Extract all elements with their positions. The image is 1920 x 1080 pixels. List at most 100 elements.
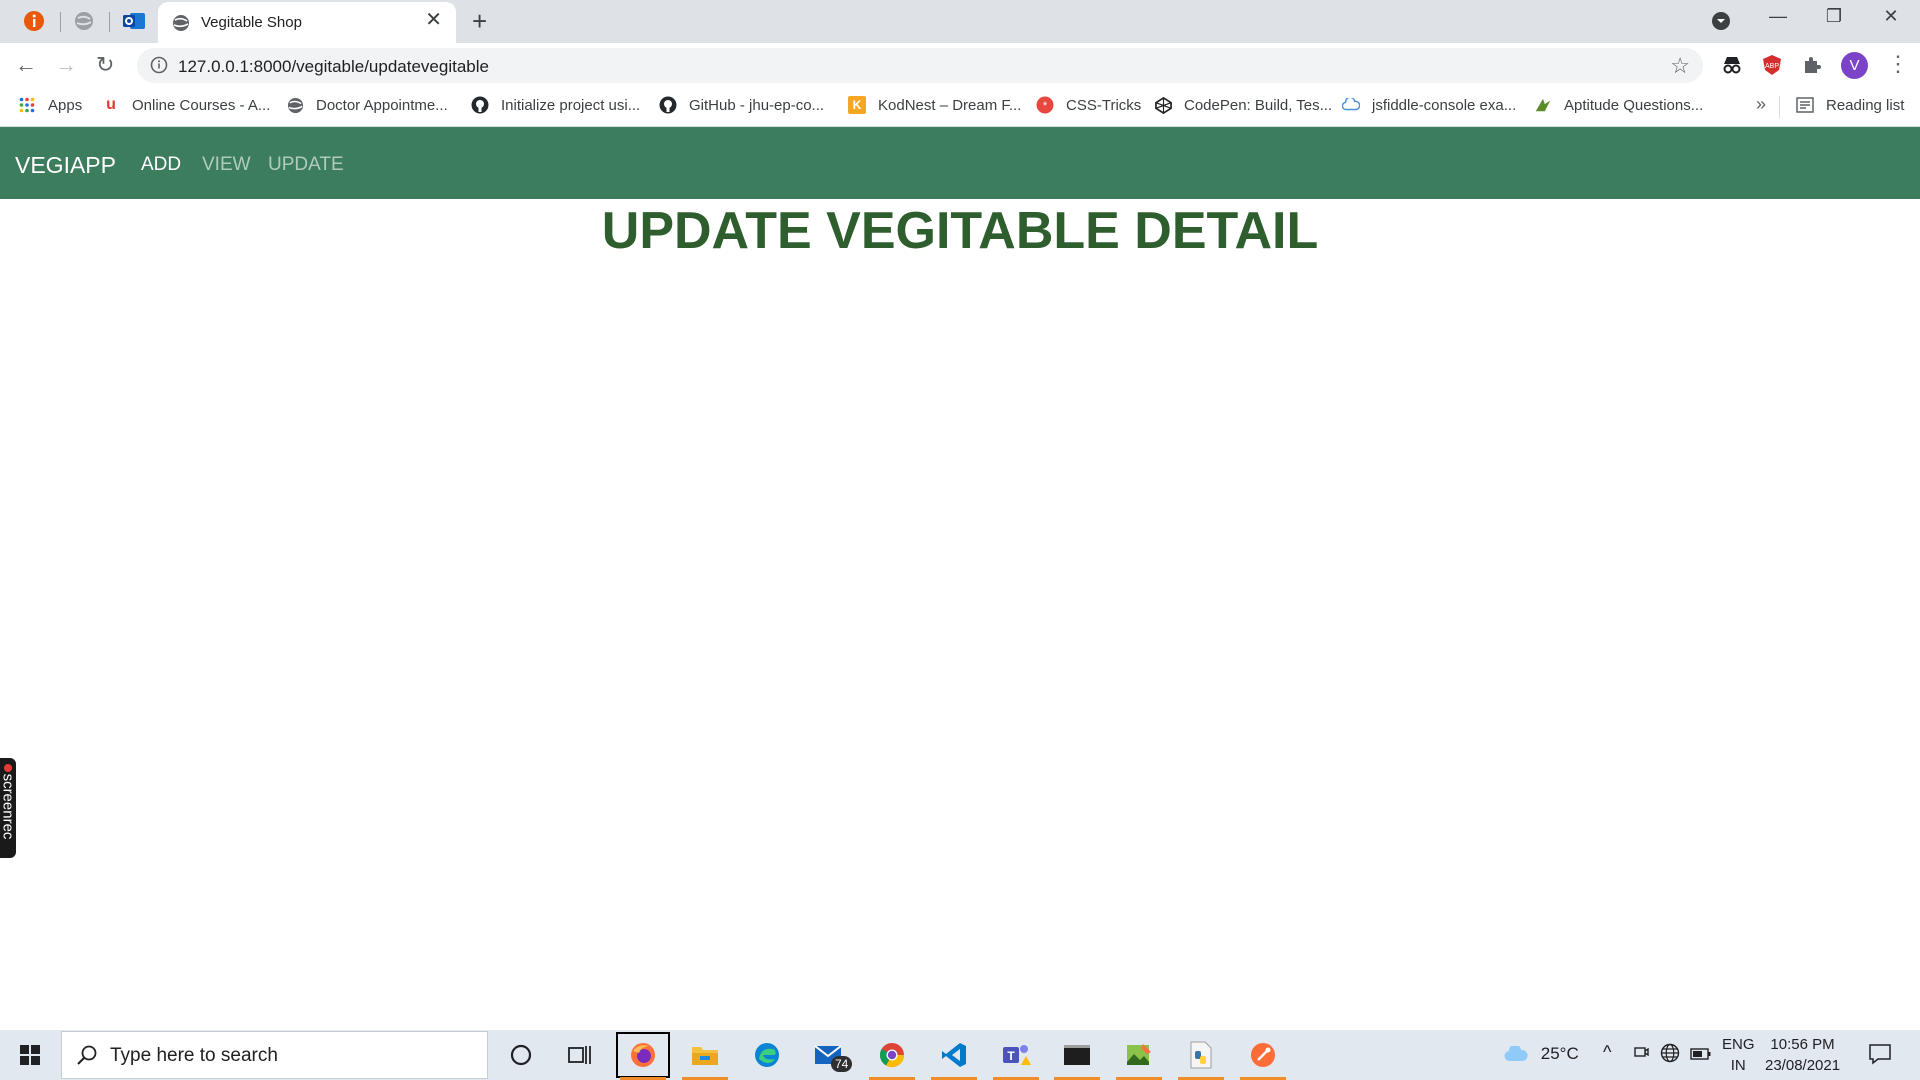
- reading-list-icon: [1796, 96, 1814, 114]
- chrome-icon: [879, 1043, 904, 1068]
- taskbar-mail[interactable]: 74: [801, 1030, 859, 1080]
- svg-text:ABP: ABP: [1765, 63, 1779, 70]
- bookmark-codepen[interactable]: CodePen: Build, Tes...: [1154, 96, 1332, 114]
- taskbar-python-file[interactable]: [1172, 1030, 1230, 1080]
- bookmark-kodnest[interactable]: K KodNest – Dream F...: [848, 96, 1021, 114]
- nav-link-update[interactable]: UPDATE: [268, 154, 344, 176]
- tab-close-icon[interactable]: ✕: [425, 10, 442, 30]
- taskbar-vscode[interactable]: [925, 1030, 983, 1080]
- start-button[interactable]: [0, 1030, 60, 1080]
- chevron-down-circle-icon: [1712, 12, 1730, 30]
- bookmark-initialize-project[interactable]: Initialize project usi...: [471, 96, 640, 114]
- weather-widget[interactable]: 25°C: [1504, 1043, 1579, 1064]
- taskbar-edge[interactable]: [738, 1030, 796, 1080]
- bookmarks-overflow-chevron[interactable]: »: [1756, 94, 1766, 115]
- image-editor-icon: [1127, 1044, 1151, 1065]
- bookmark-label: Aptitude Questions...: [1564, 96, 1704, 114]
- url-text[interactable]: 127.0.0.1:8000/vegitable/updatevegitable: [178, 57, 489, 77]
- globe-icon: [173, 15, 189, 31]
- tray-chevron-up-icon[interactable]: ^: [1603, 1042, 1611, 1063]
- reload-icon[interactable]: ↻: [96, 52, 114, 78]
- terminal-icon: [1064, 1045, 1090, 1065]
- bookmark-apps[interactable]: Apps: [18, 96, 82, 114]
- bookmark-online-courses[interactable]: u Online Courses - A...: [102, 96, 270, 114]
- github-icon: [471, 96, 489, 114]
- screenrec-widget[interactable]: screenrec: [0, 758, 17, 858]
- address-bar[interactable]: 127.0.0.1:8000/vegitable/updatevegitable…: [137, 48, 1703, 83]
- tab-search-button[interactable]: [1711, 11, 1731, 36]
- windows-taskbar: Type here to search 74 T 25°C ^ ENG IN 1…: [0, 1030, 1920, 1080]
- bookmark-label: KodNest – Dream F...: [878, 96, 1022, 114]
- language-indicator[interactable]: ENG IN: [1722, 1034, 1755, 1076]
- brand-logo[interactable]: VEGIAPP: [15, 152, 116, 179]
- meet-now-icon[interactable]: [1633, 1043, 1649, 1066]
- bookmark-jsfiddle[interactable]: jsfiddle-console exa...: [1342, 96, 1516, 114]
- pinned-tab-globe[interactable]: [60, 6, 108, 36]
- adblock-extension-icon[interactable]: ABP: [1760, 53, 1784, 77]
- svg-text:T: T: [1007, 1049, 1015, 1063]
- forward-arrow-icon[interactable]: →: [55, 52, 77, 78]
- extensions-button[interactable]: [1800, 53, 1824, 77]
- app-navbar: VEGIAPP ADD VIEW UPDATE: [0, 127, 1920, 199]
- jsfiddle-icon: [1342, 96, 1360, 114]
- bookmarks-bar: Apps u Online Courses - A... Doctor Appo…: [0, 88, 1920, 127]
- svg-text:*: *: [1043, 100, 1048, 112]
- bookmark-css-tricks[interactable]: * CSS-Tricks: [1036, 96, 1141, 114]
- taskbar-chrome[interactable]: [863, 1030, 921, 1080]
- reading-list-button[interactable]: Reading list: [1796, 96, 1904, 114]
- bookmark-star-icon[interactable]: ☆: [1670, 53, 1690, 79]
- info-badge-icon: [24, 11, 44, 31]
- mail-unread-badge: 74: [831, 1056, 853, 1072]
- folder-icon: [692, 1047, 718, 1065]
- new-tab-button[interactable]: +: [472, 6, 487, 36]
- taskbar-search-box[interactable]: Type here to search: [61, 1031, 488, 1079]
- taskbar-firefox[interactable]: [614, 1030, 672, 1080]
- battery-icon[interactable]: [1690, 1046, 1712, 1066]
- weather-temp: 25°C: [1540, 1044, 1579, 1063]
- bookmark-label: jsfiddle-console exa...: [1372, 96, 1517, 114]
- python-file-icon: [1190, 1041, 1212, 1069]
- minimize-button[interactable]: —: [1758, 6, 1798, 27]
- taskbar-teams[interactable]: T: [987, 1030, 1045, 1080]
- bookmark-doctor-appointment[interactable]: Doctor Appointme...: [286, 96, 448, 114]
- nav-link-add[interactable]: ADD: [141, 154, 181, 176]
- task-view-icon: [568, 1046, 591, 1064]
- bookmarks-divider: [1779, 96, 1780, 118]
- taskbar-file-explorer[interactable]: [676, 1030, 734, 1080]
- udemy-icon: u: [106, 96, 116, 113]
- vscode-icon: [942, 1043, 966, 1067]
- restore-button[interactable]: ❐: [1814, 6, 1854, 27]
- pinned-tab-outlook[interactable]: [110, 6, 158, 36]
- system-clock[interactable]: 10:56 PM 23/08/2021: [1765, 1034, 1840, 1076]
- active-tab[interactable]: Vegitable Shop ✕: [158, 2, 456, 43]
- lang-region: IN: [1730, 1057, 1746, 1074]
- browser-tab-strip: Vegitable Shop ✕ + — ❐ ✕: [0, 0, 1920, 43]
- page-title: UPDATE VEGITABLE DETAIL: [601, 202, 1319, 260]
- pinned-tab-firefox-info[interactable]: [10, 6, 58, 36]
- incognito-extension-icon: [1723, 57, 1741, 74]
- profile-avatar[interactable]: V: [1841, 52, 1868, 79]
- codepen-icon: [1154, 96, 1172, 114]
- bookmark-github-jhu[interactable]: GitHub - jhu-ep-co...: [659, 96, 824, 114]
- notifications-icon[interactable]: [1868, 1043, 1892, 1070]
- search-icon: [77, 1045, 97, 1065]
- network-globe-icon[interactable]: [1660, 1043, 1680, 1068]
- bookmark-aptitude[interactable]: Aptitude Questions...: [1534, 96, 1703, 114]
- back-arrow-icon[interactable]: ←: [15, 52, 37, 78]
- browser-toolbar: ← → ↻ 127.0.0.1:8000/vegitable/updateveg…: [0, 43, 1920, 88]
- taskbar-image-editor[interactable]: [1110, 1030, 1168, 1080]
- screenrec-label: screenrec: [0, 773, 17, 840]
- taskbar-terminal[interactable]: [1048, 1030, 1106, 1080]
- task-view-button[interactable]: [551, 1030, 609, 1080]
- close-window-button[interactable]: ✕: [1871, 6, 1911, 27]
- taskbar-postman[interactable]: [1234, 1030, 1292, 1080]
- adblock-icon: ABP: [1763, 55, 1781, 75]
- menu-kebab-icon[interactable]: ⋮: [1887, 51, 1909, 77]
- bookmark-label: GitHub - jhu-ep-co...: [689, 96, 825, 114]
- outlook-icon: [123, 13, 145, 29]
- info-icon[interactable]: [150, 56, 168, 74]
- extension-spy-icon[interactable]: [1720, 53, 1744, 77]
- cortana-button[interactable]: [492, 1030, 550, 1080]
- nav-link-view[interactable]: VIEW: [202, 154, 251, 176]
- postman-icon: [1251, 1043, 1275, 1067]
